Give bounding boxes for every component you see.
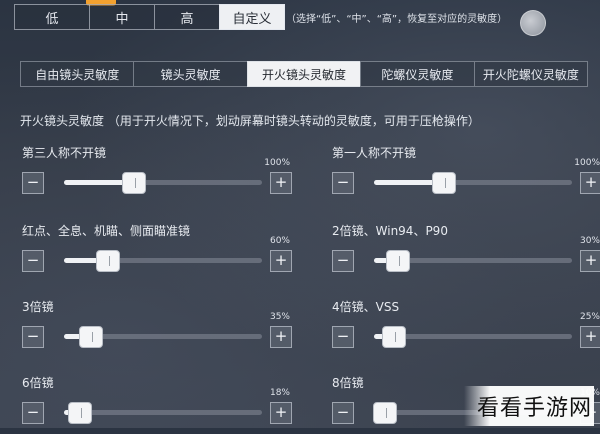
preset-custom-button[interactable]: 自定义 — [219, 4, 285, 30]
slider-row: 4倍镜、VSS 25% − + — [332, 298, 600, 358]
slider-label: 4倍镜、VSS — [332, 300, 400, 314]
sensitivity-tabs: 自由镜头灵敏度 镜头灵敏度 开火镜头灵敏度 陀螺仪灵敏度 开火陀螺仪灵敏度 — [20, 61, 589, 87]
slider-label: 3倍镜 — [22, 300, 54, 314]
slider-row: 第三人称不开镜 100% − + — [22, 144, 292, 204]
tab-fire-camera[interactable]: 开火镜头灵敏度 — [246, 61, 361, 87]
slider-thumb[interactable] — [121, 172, 146, 194]
site-watermark: 看看手游网 — [464, 386, 594, 426]
slider-thumb[interactable] — [385, 250, 410, 272]
decrease-button[interactable]: − — [22, 402, 44, 424]
preset-hint: （选择“低”、“中”、“高”，恢复至对应的灵敏度） — [286, 14, 508, 25]
slider-label: 6倍镜 — [22, 376, 54, 390]
decrease-button[interactable]: − — [332, 172, 354, 194]
slider-label: 第三人称不开镜 — [22, 146, 107, 160]
decrease-button[interactable]: − — [22, 326, 44, 348]
slider-track[interactable] — [374, 250, 572, 272]
increase-button[interactable]: + — [270, 172, 292, 194]
slider-track[interactable] — [64, 402, 262, 424]
slider-row: 3倍镜 35% − + — [22, 298, 292, 358]
slider-thumb[interactable] — [431, 172, 456, 194]
tab-fire-gyroscope[interactable]: 开火陀螺仪灵敏度 — [473, 61, 589, 87]
slider-track[interactable] — [374, 172, 572, 194]
toggle-knob-icon[interactable] — [520, 10, 546, 36]
slider-row: 6倍镜 18% − + — [22, 374, 292, 434]
slider-label: 2倍镜、Win94、P90 — [332, 224, 448, 238]
section-description: 开火镜头灵敏度 （用于开火情况下，划动屏幕时镜头转动的灵敏度，可用于压枪操作） — [20, 114, 480, 128]
slider-percent: 100% — [574, 158, 600, 168]
slider-row: 第一人称不开镜 100% − + — [332, 144, 600, 204]
slider-percent: 35% — [269, 312, 290, 322]
slider-thumb[interactable] — [95, 250, 120, 272]
slider-label: 第一人称不开镜 — [332, 146, 417, 160]
slider-label: 8倍镜 — [332, 376, 364, 390]
slider-thumb[interactable] — [79, 326, 104, 348]
slider-track[interactable] — [64, 172, 262, 194]
increase-button[interactable]: + — [580, 326, 600, 348]
preset-selector: 低 中 高 自定义 — [14, 4, 285, 30]
tab-free-camera[interactable]: 自由镜头灵敏度 — [20, 61, 134, 87]
watermark-text: 看看手游网 — [476, 396, 592, 421]
increase-button[interactable]: + — [270, 326, 292, 348]
slider-percent: 30% — [579, 236, 600, 246]
decrease-button[interactable]: − — [332, 402, 354, 424]
increase-button[interactable]: + — [580, 250, 600, 272]
decrease-button[interactable]: − — [332, 326, 354, 348]
slider-row: 2倍镜、Win94、P90 30% − + — [332, 222, 600, 282]
slider-row: 红点、全息、机瞄、侧面瞄准镜 60% − + — [22, 222, 292, 282]
increase-button[interactable]: + — [270, 402, 292, 424]
tab-camera[interactable]: 镜头灵敏度 — [133, 61, 247, 87]
slider-track[interactable] — [374, 326, 572, 348]
preset-high-button[interactable]: 高 — [154, 4, 219, 30]
increase-button[interactable]: + — [270, 250, 292, 272]
decrease-button[interactable]: − — [22, 250, 44, 272]
tab-gyroscope[interactable]: 陀螺仪灵敏度 — [360, 61, 474, 87]
slider-thumb[interactable] — [67, 402, 92, 424]
slider-thumb[interactable] — [382, 326, 407, 348]
slider-percent: 18% — [269, 388, 290, 398]
slider-thumb[interactable] — [372, 402, 397, 424]
preset-low-button[interactable]: 低 — [14, 4, 89, 30]
slider-percent: 25% — [579, 312, 600, 322]
slider-label: 红点、全息、机瞄、侧面瞄准镜 — [22, 224, 191, 238]
preset-medium-button[interactable]: 中 — [89, 4, 154, 30]
increase-button[interactable]: + — [580, 172, 600, 194]
slider-percent: 60% — [269, 236, 290, 246]
slider-percent: 100% — [264, 158, 290, 168]
slider-track[interactable] — [64, 326, 262, 348]
decrease-button[interactable]: − — [22, 172, 44, 194]
slider-track[interactable] — [64, 250, 262, 272]
decrease-button[interactable]: − — [332, 250, 354, 272]
